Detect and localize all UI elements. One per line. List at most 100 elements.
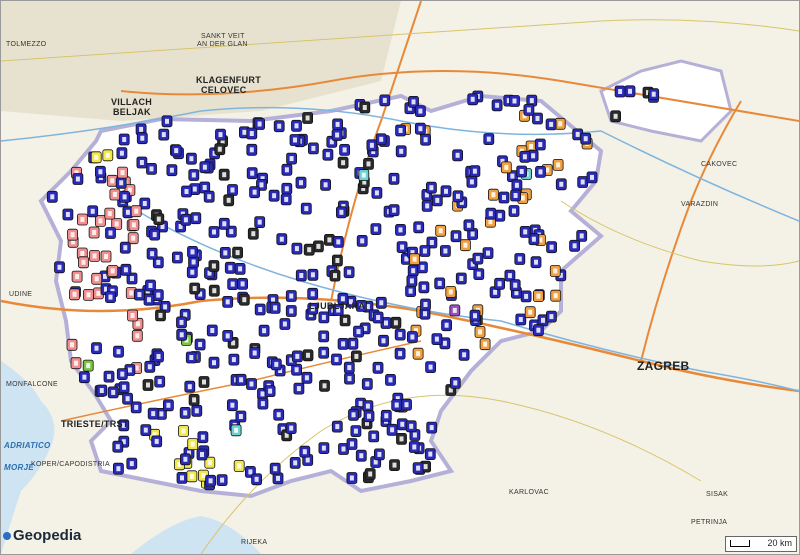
station-marker-icon[interactable] bbox=[515, 313, 527, 326]
station-marker-icon[interactable] bbox=[105, 291, 116, 304]
station-marker-icon[interactable] bbox=[188, 256, 200, 268]
station-marker-icon[interactable] bbox=[337, 337, 349, 350]
station-marker-icon[interactable] bbox=[289, 134, 301, 146]
station-marker-icon[interactable] bbox=[126, 457, 138, 470]
station-marker-icon[interactable] bbox=[176, 328, 188, 341]
station-marker-icon[interactable] bbox=[388, 204, 400, 217]
station-marker-icon[interactable] bbox=[109, 188, 121, 201]
station-marker-icon[interactable] bbox=[122, 392, 133, 405]
station-marker-icon[interactable] bbox=[554, 117, 566, 130]
station-marker-icon[interactable] bbox=[452, 149, 464, 162]
station-marker-icon[interactable] bbox=[420, 298, 431, 311]
station-marker-icon[interactable] bbox=[104, 207, 116, 220]
station-marker-icon[interactable] bbox=[285, 305, 297, 317]
station-marker-icon[interactable] bbox=[373, 448, 385, 461]
station-marker-icon[interactable] bbox=[119, 190, 130, 203]
station-marker-icon[interactable] bbox=[82, 359, 94, 372]
station-marker-icon[interactable] bbox=[95, 214, 106, 227]
station-marker-icon[interactable] bbox=[624, 85, 636, 98]
station-marker-icon[interactable] bbox=[569, 239, 580, 252]
station-marker-icon[interactable] bbox=[534, 138, 546, 151]
station-marker-icon[interactable] bbox=[498, 191, 510, 204]
station-marker-icon[interactable] bbox=[238, 293, 250, 306]
station-marker-icon[interactable] bbox=[246, 143, 258, 156]
station-marker-icon[interactable] bbox=[361, 378, 373, 390]
station-marker-icon[interactable] bbox=[78, 256, 89, 269]
station-marker-icon[interactable] bbox=[350, 425, 362, 438]
station-marker-icon[interactable] bbox=[119, 241, 131, 254]
station-marker-icon[interactable] bbox=[407, 264, 419, 277]
station-marker-icon[interactable] bbox=[414, 122, 426, 135]
station-marker-icon[interactable] bbox=[269, 301, 281, 314]
station-marker-icon[interactable] bbox=[412, 462, 424, 475]
station-marker-icon[interactable] bbox=[208, 356, 220, 369]
station-marker-icon[interactable] bbox=[318, 442, 330, 455]
station-marker-icon[interactable] bbox=[337, 156, 349, 169]
station-marker-icon[interactable] bbox=[396, 418, 408, 431]
station-marker-icon[interactable] bbox=[206, 324, 218, 337]
station-marker-icon[interactable] bbox=[455, 272, 467, 285]
station-marker-icon[interactable] bbox=[146, 247, 158, 260]
station-marker-icon[interactable] bbox=[155, 309, 166, 322]
station-marker-icon[interactable] bbox=[366, 139, 378, 152]
station-marker-icon[interactable] bbox=[71, 270, 83, 283]
station-marker-icon[interactable] bbox=[149, 228, 161, 241]
station-marker-icon[interactable] bbox=[179, 453, 191, 466]
station-marker-icon[interactable] bbox=[370, 223, 382, 236]
station-marker-icon[interactable] bbox=[285, 290, 297, 302]
map-frame[interactable]: TOLMEZZO VILLACH BELJAK KLAGENFURT CELOVEC SA… bbox=[0, 0, 800, 555]
station-marker-icon[interactable] bbox=[128, 218, 140, 231]
station-marker-icon[interactable] bbox=[144, 360, 156, 373]
station-marker-icon[interactable] bbox=[467, 93, 479, 106]
station-marker-icon[interactable] bbox=[356, 234, 368, 247]
station-marker-icon[interactable] bbox=[487, 188, 499, 201]
station-marker-icon[interactable] bbox=[472, 252, 484, 265]
station-marker-icon[interactable] bbox=[95, 165, 106, 178]
station-marker-icon[interactable] bbox=[533, 290, 544, 303]
station-marker-icon[interactable] bbox=[491, 99, 503, 112]
station-marker-icon[interactable] bbox=[131, 329, 143, 342]
station-marker-icon[interactable] bbox=[205, 474, 217, 487]
station-marker-icon[interactable] bbox=[414, 105, 426, 117]
station-marker-icon[interactable] bbox=[107, 264, 119, 277]
station-marker-icon[interactable] bbox=[332, 235, 344, 248]
station-marker-icon[interactable] bbox=[441, 319, 453, 332]
station-marker-icon[interactable] bbox=[648, 88, 660, 101]
station-marker-icon[interactable] bbox=[232, 246, 244, 259]
station-marker-icon[interactable] bbox=[449, 304, 461, 317]
station-marker-icon[interactable] bbox=[234, 262, 246, 275]
station-marker-icon[interactable] bbox=[389, 459, 400, 472]
station-marker-icon[interactable] bbox=[449, 376, 461, 389]
station-marker-icon[interactable] bbox=[224, 261, 236, 274]
station-marker-icon[interactable] bbox=[395, 124, 407, 137]
station-marker-icon[interactable] bbox=[69, 288, 80, 301]
station-marker-icon[interactable] bbox=[146, 162, 157, 175]
station-marker-icon[interactable] bbox=[295, 269, 307, 282]
station-marker-icon[interactable] bbox=[396, 432, 407, 445]
station-marker-icon[interactable] bbox=[140, 424, 152, 437]
station-marker-icon[interactable] bbox=[273, 408, 285, 421]
station-marker-icon[interactable] bbox=[318, 346, 330, 359]
station-marker-icon[interactable] bbox=[249, 347, 261, 359]
station-marker-icon[interactable] bbox=[117, 166, 128, 179]
station-marker-icon[interactable] bbox=[479, 338, 491, 351]
station-marker-icon[interactable] bbox=[186, 266, 198, 279]
station-marker-icon[interactable] bbox=[395, 145, 407, 158]
station-marker-icon[interactable] bbox=[264, 385, 276, 398]
station-marker-icon[interactable] bbox=[546, 241, 557, 254]
station-marker-icon[interactable] bbox=[190, 212, 202, 225]
station-marker-icon[interactable] bbox=[406, 331, 418, 343]
station-marker-icon[interactable] bbox=[555, 178, 567, 191]
station-marker-icon[interactable] bbox=[251, 473, 263, 486]
station-marker-icon[interactable] bbox=[235, 373, 247, 386]
station-marker-icon[interactable] bbox=[378, 334, 389, 347]
station-marker-icon[interactable] bbox=[550, 289, 562, 302]
station-marker-icon[interactable] bbox=[112, 440, 124, 453]
station-marker-icon[interactable] bbox=[362, 400, 374, 413]
station-marker-icon[interactable] bbox=[483, 133, 495, 146]
station-marker-icon[interactable] bbox=[258, 324, 270, 337]
station-marker-icon[interactable] bbox=[90, 151, 102, 164]
station-marker-icon[interactable] bbox=[329, 269, 341, 282]
station-marker-icon[interactable] bbox=[120, 263, 132, 276]
station-marker-icon[interactable] bbox=[401, 398, 412, 411]
